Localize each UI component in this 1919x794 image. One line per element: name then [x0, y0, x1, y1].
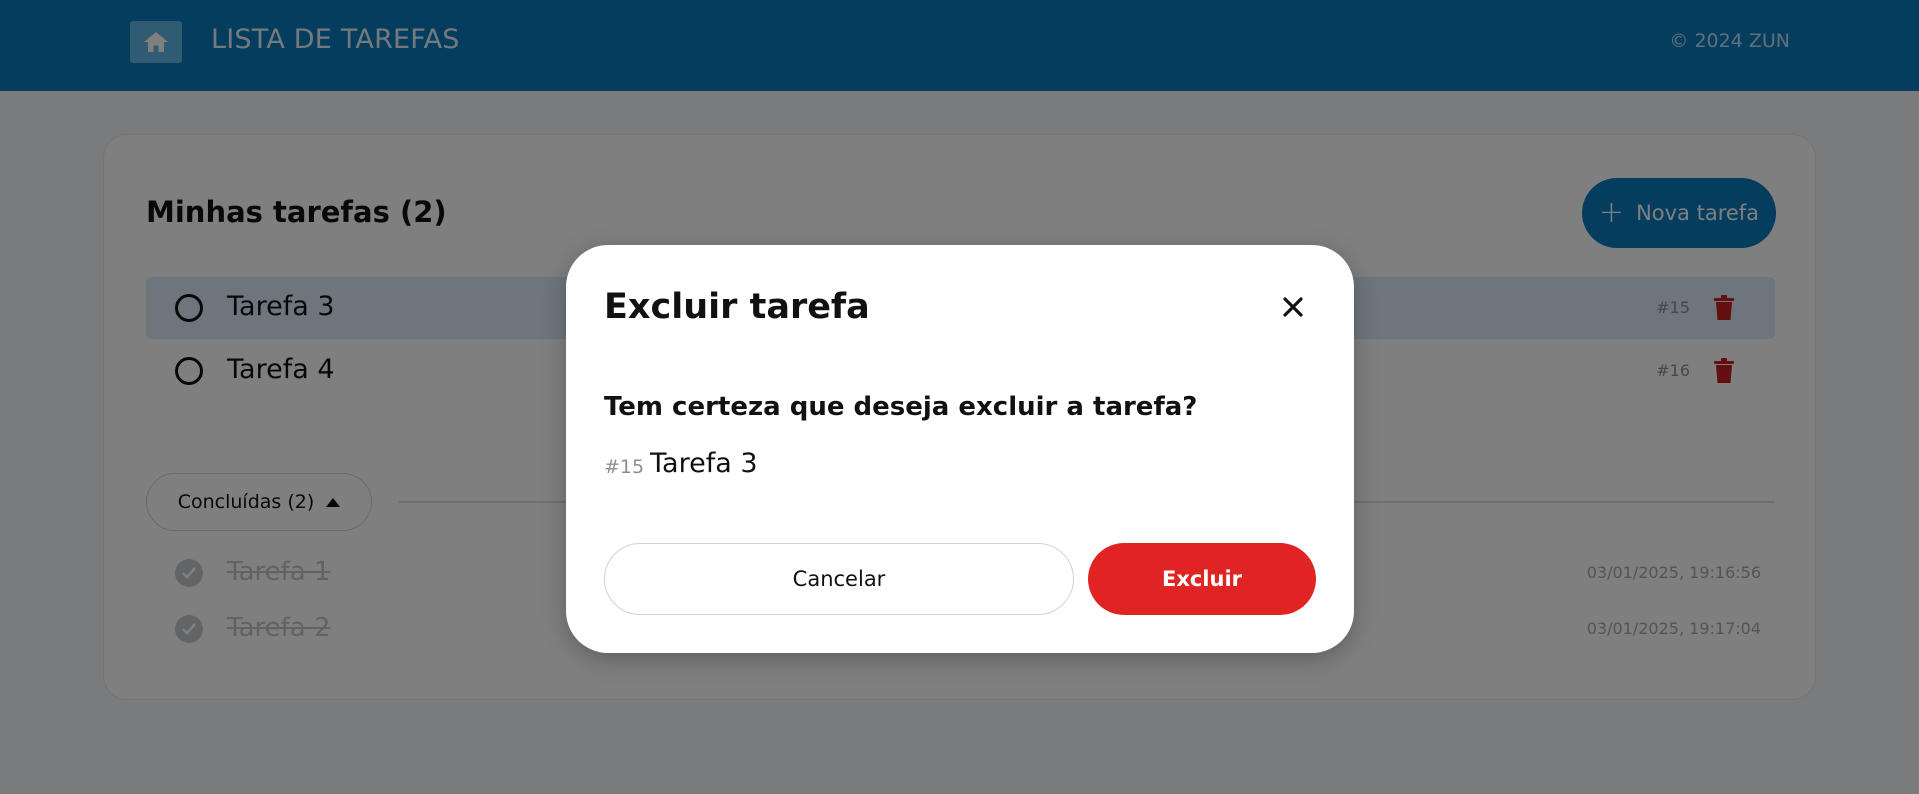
delete-button[interactable]: Excluir	[1088, 543, 1316, 615]
modal-task-id: #15	[604, 456, 645, 478]
close-icon	[1283, 297, 1303, 317]
modal-title: Excluir tarefa	[604, 287, 870, 327]
delete-task-modal: Excluir tarefa Tem certeza que deseja ex…	[566, 245, 1354, 653]
close-button[interactable]	[1278, 292, 1308, 322]
modal-task-name: Tarefa 3	[650, 448, 758, 479]
cancel-button[interactable]: Cancelar	[604, 543, 1074, 615]
confirm-question: Tem certeza que deseja excluir a tarefa?	[604, 392, 1198, 422]
